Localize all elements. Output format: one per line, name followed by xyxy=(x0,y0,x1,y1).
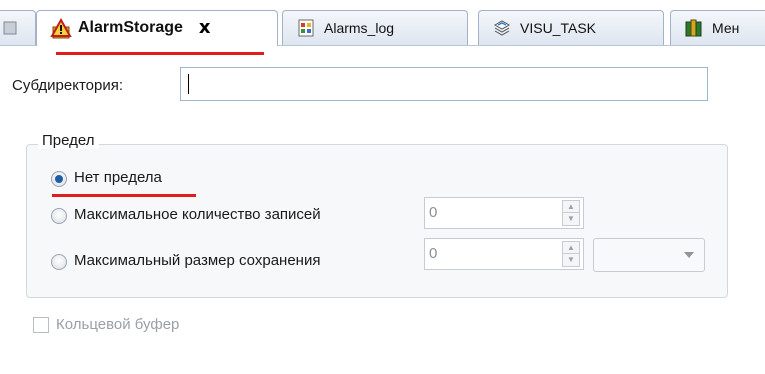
max-records-spinner[interactable]: 0 ▲ ▼ xyxy=(424,197,584,229)
ring-buffer-label[interactable]: Кольцевой буфер xyxy=(56,316,179,333)
max-size-spin-buttons[interactable]: ▲ ▼ xyxy=(562,241,580,267)
subdirectory-label: Субдиректория: xyxy=(12,77,124,94)
radio-max-records-label[interactable]: Максимальное количество записей xyxy=(74,206,321,223)
radio-no-limit-label[interactable]: Нет предела xyxy=(74,169,162,186)
alarm-storage-icon xyxy=(50,17,72,39)
tab-alarms-log[interactable]: Alarms_log xyxy=(282,10,468,46)
radio-no-limit[interactable] xyxy=(51,171,67,187)
close-icon[interactable]: x xyxy=(199,19,211,37)
ring-buffer-checkbox[interactable] xyxy=(33,317,49,333)
spin-up-icon[interactable]: ▲ xyxy=(563,201,579,213)
tab-alarms-log-label: Alarms_log xyxy=(324,20,395,36)
max-size-spinner[interactable]: 0 ▲ ▼ xyxy=(424,238,584,270)
alarms-log-icon xyxy=(296,18,316,38)
editor-tab-strip: Alarms_log VISU_TASK Мен AlarmStorage x xyxy=(0,0,765,46)
tab-visu-task-label: VISU_TASK xyxy=(520,20,596,36)
spin-down-icon[interactable]: ▼ xyxy=(563,254,579,266)
visu-task-icon xyxy=(492,18,512,38)
limit-group-title: Предел xyxy=(38,132,99,149)
annotation-underline-tab xyxy=(56,52,264,55)
partial-tab-icon xyxy=(0,18,20,38)
radio-max-size-label[interactable]: Максимальный размер сохранения xyxy=(74,252,320,269)
radio-max-records[interactable] xyxy=(51,208,67,224)
annotation-underline-option xyxy=(52,194,196,197)
radio-max-size[interactable] xyxy=(51,254,67,270)
tab-alarm-storage-label: AlarmStorage xyxy=(78,19,183,36)
tab-menu-label: Мен xyxy=(712,20,740,36)
max-size-value: 0 xyxy=(429,245,438,262)
spin-down-icon[interactable]: ▼ xyxy=(563,213,579,225)
tab-visu-task[interactable]: VISU_TASK xyxy=(478,10,664,46)
tab-partial[interactable] xyxy=(0,10,36,46)
subdirectory-input[interactable] xyxy=(180,67,708,101)
max-records-spin-buttons[interactable]: ▲ ▼ xyxy=(562,200,580,226)
tab-menu[interactable]: Мен xyxy=(670,10,765,46)
tab-alarm-storage[interactable]: AlarmStorage x xyxy=(36,10,278,46)
text-cursor xyxy=(188,74,189,94)
size-unit-dropdown[interactable] xyxy=(593,238,705,272)
books-icon xyxy=(684,18,704,38)
spin-up-icon[interactable]: ▲ xyxy=(563,242,579,254)
max-records-value: 0 xyxy=(429,204,438,221)
alarm-storage-editor: Alarms_log VISU_TASK Мен AlarmStorage x … xyxy=(0,0,765,374)
chevron-down-icon xyxy=(684,252,694,258)
